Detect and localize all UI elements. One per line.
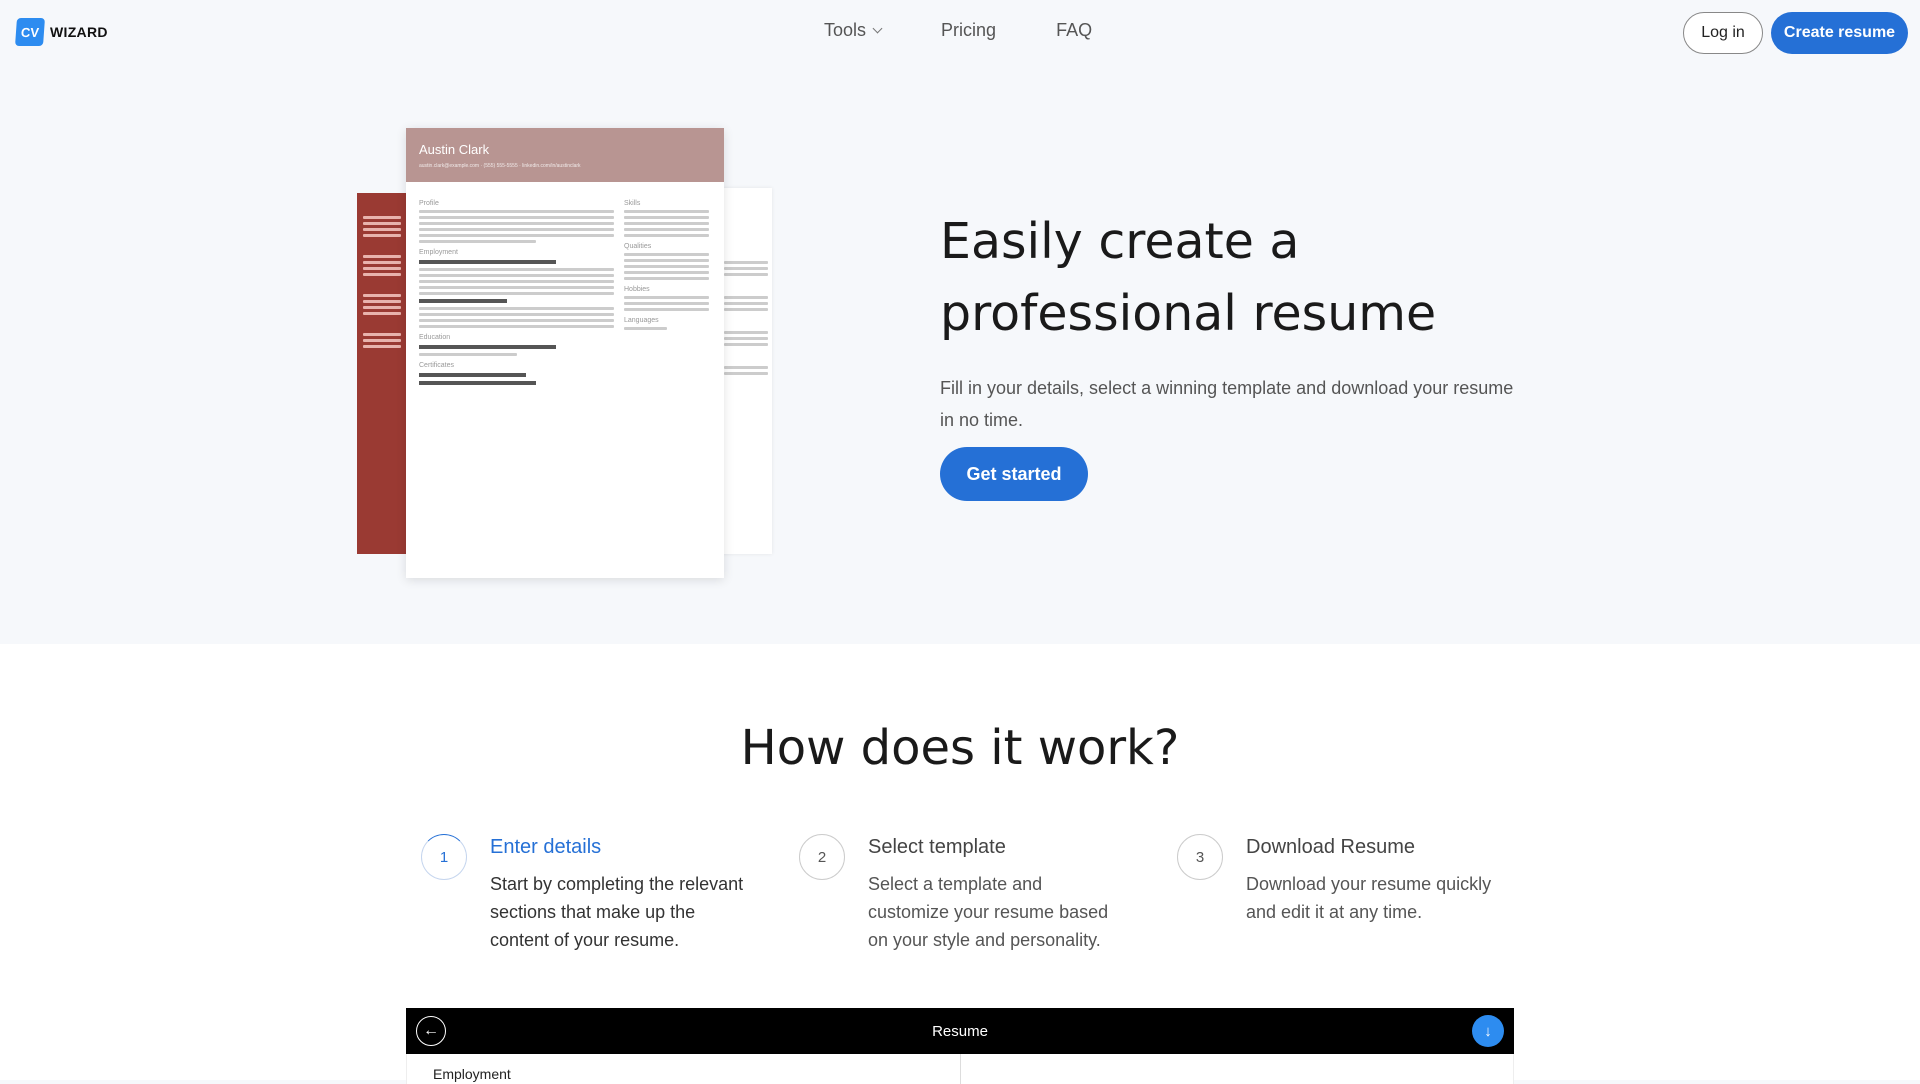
get-started-button[interactable]: Get started xyxy=(940,447,1088,501)
step-desc: Select a template and customize your res… xyxy=(868,874,1109,950)
resume-preview-header: Austin Clark austin.clark@example.com · … xyxy=(406,128,724,182)
hero-subtitle: Fill in your details, select a winning t… xyxy=(940,378,1514,430)
logo-icon: CV xyxy=(15,18,45,46)
nav-tools[interactable]: Tools xyxy=(824,20,883,41)
download-icon[interactable]: ↓ xyxy=(1472,1015,1504,1047)
login-button[interactable]: Log in xyxy=(1683,12,1763,54)
step-desc: Start by completing the relevant section… xyxy=(490,874,744,950)
nav-tools-label: Tools xyxy=(824,20,867,40)
editor-toolbar: ← Resume ↓ xyxy=(406,1008,1514,1054)
resume-section-profile: Profile xyxy=(419,200,439,207)
resume-section-skills: Skills xyxy=(624,200,641,207)
logo[interactable]: CV WIZARD xyxy=(15,18,108,46)
resume-section-certificates: Certificates xyxy=(419,362,455,369)
resume-section-education: Education xyxy=(419,334,451,341)
resume-preview: Austin Clark austin.clark@example.com · … xyxy=(406,128,724,578)
resume-preview-contact: austin.clark@example.com · (555) 555-555… xyxy=(419,163,581,169)
hero-title: Easily create a professional resume xyxy=(940,206,1436,350)
chevron-down-icon xyxy=(872,23,883,34)
nav-links: Tools Pricing FAQ xyxy=(824,20,1092,41)
nav-faq[interactable]: FAQ xyxy=(1056,20,1092,41)
step-number: 2 xyxy=(799,834,845,880)
resume-preview-back-left xyxy=(357,193,407,554)
step-number: 3 xyxy=(1177,834,1223,880)
hero-title-line1: Easily create a xyxy=(940,213,1300,270)
logo-text: WIZARD xyxy=(50,24,108,40)
nav-pricing[interactable]: Pricing xyxy=(941,20,996,41)
back-arrow-icon[interactable]: ← xyxy=(416,1016,446,1046)
how-title: How does it work? xyxy=(740,720,1180,776)
hero-section xyxy=(0,66,1920,644)
resume-section-languages: Languages xyxy=(624,317,659,324)
hero-title-line2: professional resume xyxy=(940,285,1437,342)
editor-title: Resume xyxy=(932,1022,988,1040)
resume-section-hobbies: Hobbies xyxy=(624,286,650,293)
step-title: Select template xyxy=(868,836,1006,858)
step-number: 1 xyxy=(421,834,467,880)
step-title: Enter details xyxy=(490,836,602,858)
step-desc: Download your resume quickly and edit it… xyxy=(1246,874,1492,922)
resume-section-employment: Employment xyxy=(419,249,458,256)
create-resume-button[interactable]: Create resume xyxy=(1771,12,1908,54)
top-nav: CV WIZARD Tools Pricing FAQ Log in Creat… xyxy=(0,0,1920,66)
resume-preview-name: Austin Clark xyxy=(419,142,490,157)
step-title: Download Resume xyxy=(1246,836,1415,858)
resume-preview-back-right xyxy=(720,188,772,554)
resume-section-qualities: Qualities xyxy=(624,243,652,250)
